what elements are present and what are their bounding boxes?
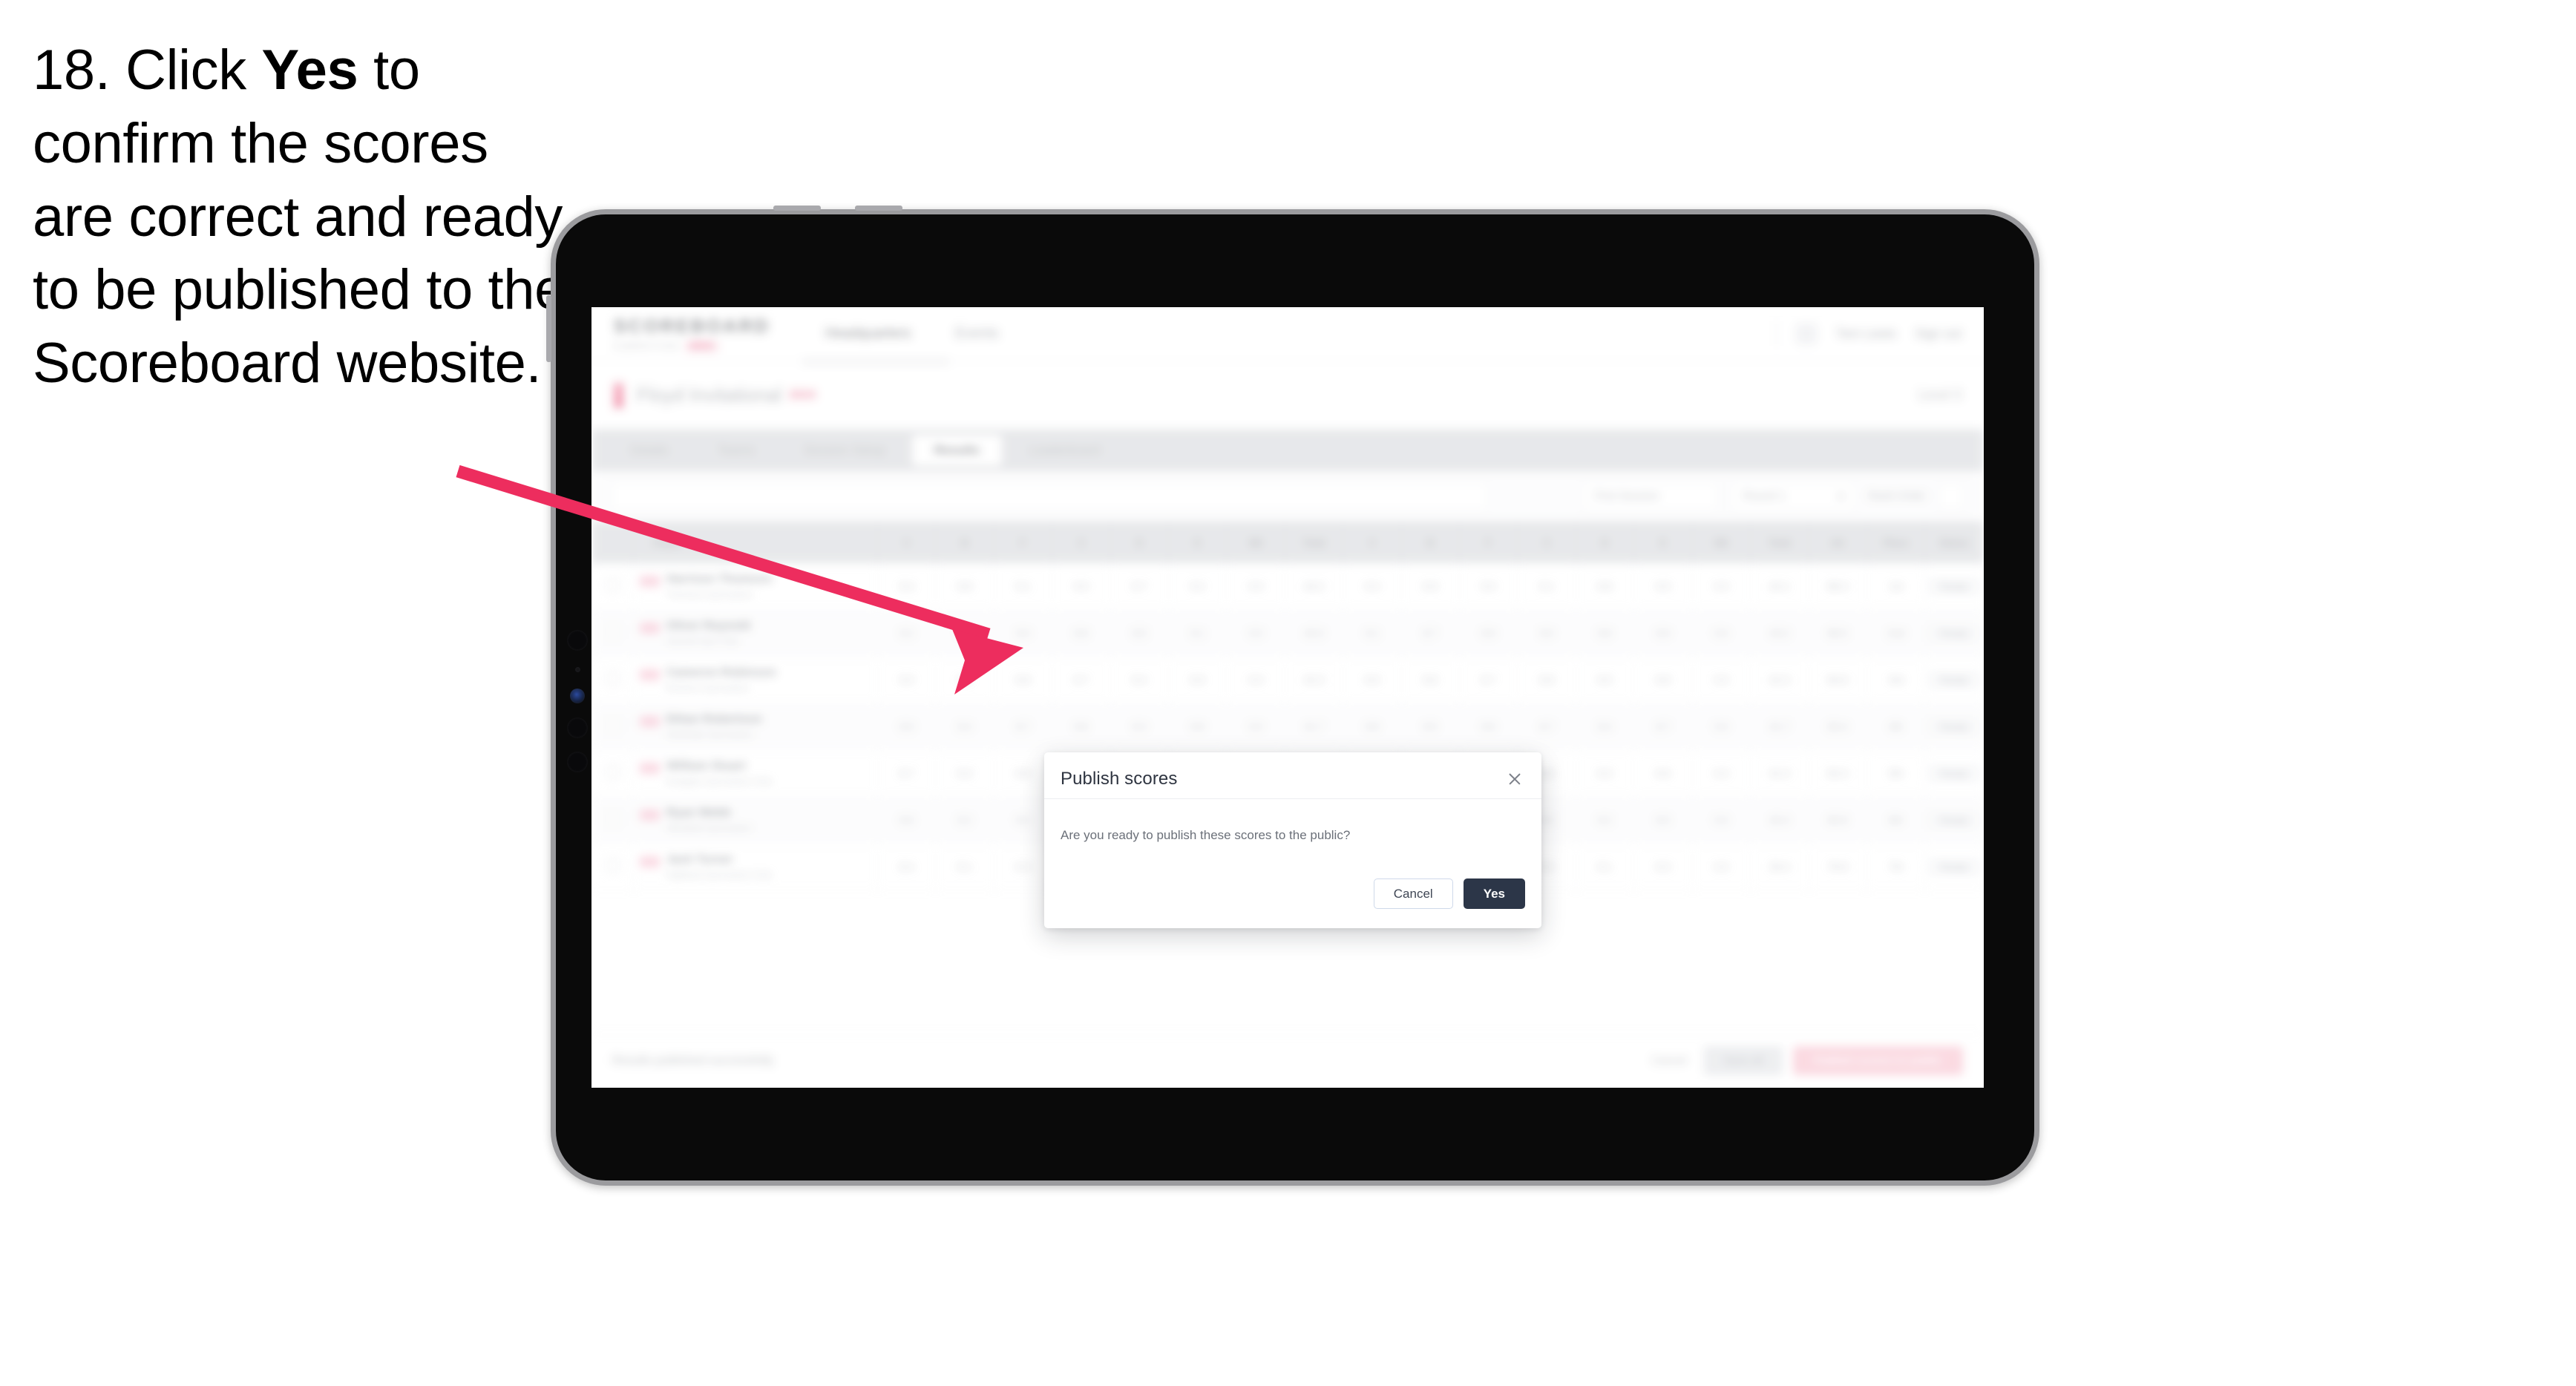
caption-text-before: Click [125, 39, 262, 102]
caption-emphasis: Yes [261, 39, 358, 102]
publish-scores-dialog: Publish scores Are you ready to publish … [1044, 752, 1541, 928]
dialog-yes-button[interactable]: Yes [1463, 878, 1525, 909]
close-icon[interactable] [1504, 769, 1525, 789]
dialog-message: Are you ready to publish these scores to… [1061, 828, 1351, 842]
microphone-icon [575, 667, 580, 672]
tablet-screen: SCOREBOARD COMPETITION BETA Headquarters… [591, 307, 1984, 1088]
modal-overlay [591, 307, 1984, 1088]
instruction-caption: 18. Click Yes to confirm the scores are … [33, 34, 574, 401]
tablet-device: SCOREBOARD COMPETITION BETA Headquarters… [546, 206, 2039, 1186]
depth-sensor-icon [567, 752, 588, 772]
camera-lens-icon [567, 630, 588, 651]
volume-up-button[interactable] [773, 206, 821, 211]
volume-down-button[interactable] [855, 206, 902, 211]
dialog-title: Publish scores [1061, 769, 1178, 789]
dialog-cancel-button[interactable]: Cancel [1373, 878, 1453, 909]
sensor-icon [567, 717, 588, 738]
front-camera-icon [570, 689, 585, 703]
step-number: 18. [33, 39, 111, 102]
power-button[interactable] [546, 295, 551, 362]
